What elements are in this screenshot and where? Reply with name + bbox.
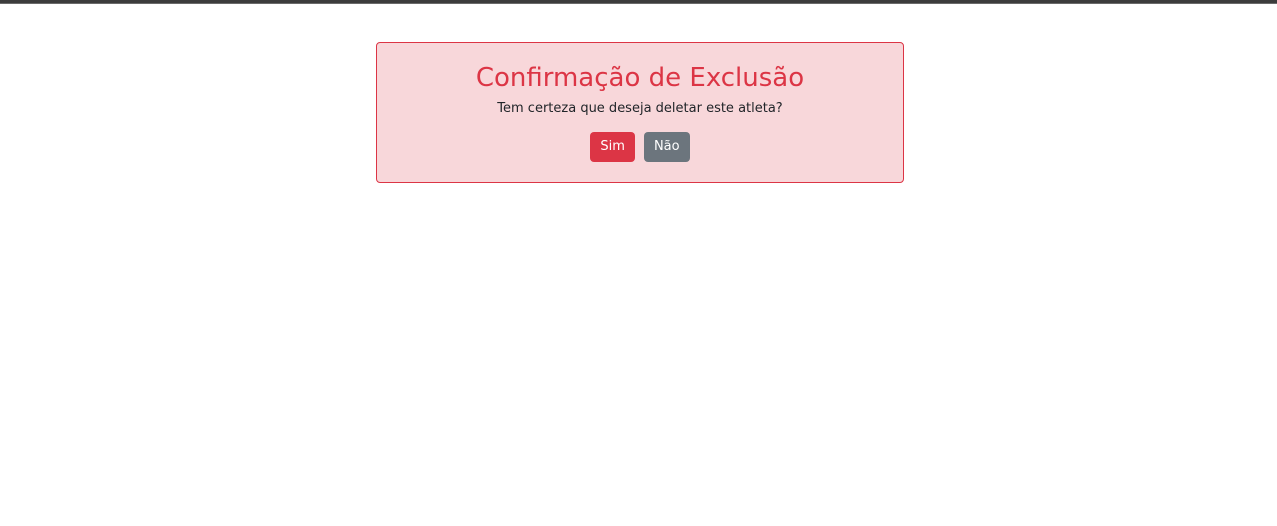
confirmation-title: Confirmação de Exclusão [475, 63, 805, 93]
cancel-delete-button[interactable]: Não [643, 132, 690, 162]
confirmation-actions: Sim Não [377, 132, 903, 162]
confirm-delete-button[interactable]: Sim [590, 132, 635, 162]
confirmation-message: Tem certeza que deseja deletar este atle… [497, 101, 783, 116]
window-top-bar [0, 0, 1277, 4]
delete-confirmation-alert: Confirmação de Exclusão Tem certeza que … [376, 42, 904, 183]
